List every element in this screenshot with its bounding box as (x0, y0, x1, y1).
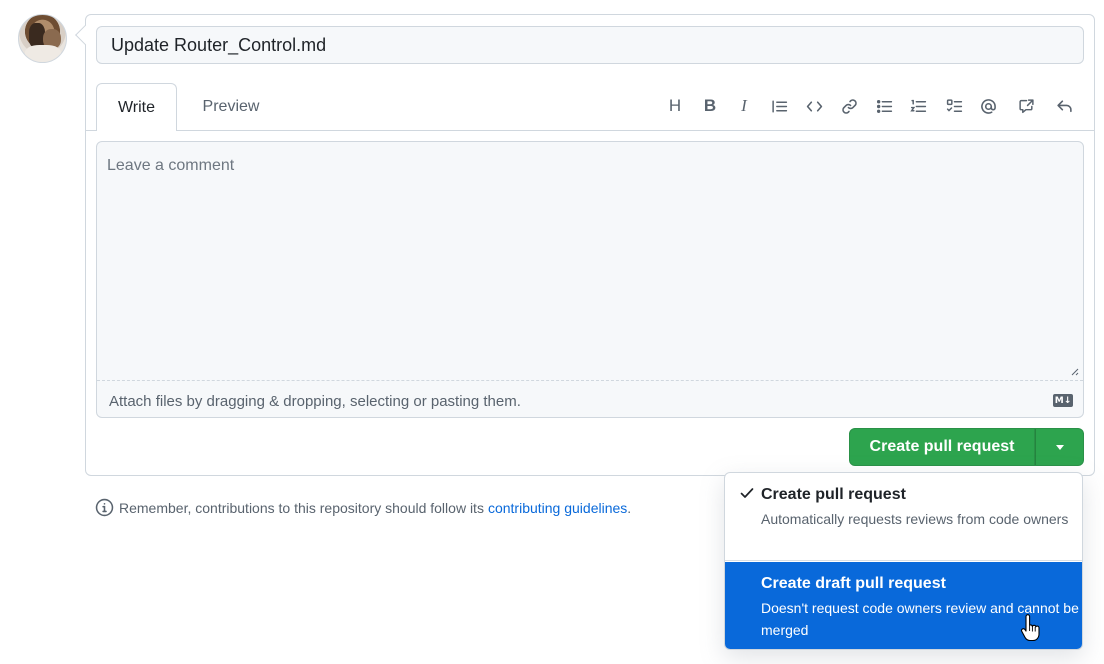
menu-item-title: Create draft pull request (761, 575, 946, 592)
avatar-shape (25, 45, 61, 62)
triangle-down-icon (1055, 444, 1064, 450)
markdown-icon[interactable]: M↓ (1053, 394, 1073, 407)
pr-title-input[interactable]: Update Router_Control.md (96, 26, 1084, 64)
link-icon[interactable] (836, 94, 862, 118)
bulleted-list-icon[interactable] (871, 94, 897, 118)
attach-files-hint[interactable]: Attach files by dragging & dropping, sel… (109, 393, 521, 410)
menu-item-create-pull-request[interactable]: Create pull request Automatically reques… (725, 473, 1082, 561)
contributing-guidelines-link[interactable]: contributing guidelines (488, 500, 627, 516)
menu-item-description: Automatically requests reviews from code… (761, 511, 1069, 527)
contributing-notice: Remember, contributions to this reposito… (95, 498, 631, 517)
hand-pointer-icon (1021, 614, 1040, 642)
info-icon (95, 498, 114, 517)
bold-icon[interactable]: B (697, 94, 723, 118)
numbered-list-icon[interactable] (905, 94, 931, 118)
notice-text: Remember, contributions to this reposito… (119, 499, 484, 516)
task-list-icon[interactable] (941, 94, 967, 118)
create-pr-button-group: Create pull request (849, 428, 1084, 466)
check-icon (740, 488, 754, 498)
comment-textarea[interactable]: Leave a comment Attach files by dragging… (96, 141, 1084, 418)
heading-icon[interactable]: H (662, 94, 688, 118)
notice-suffix: . (627, 499, 632, 516)
reply-icon[interactable] (1051, 94, 1077, 118)
create-pr-dropdown-button[interactable] (1035, 428, 1084, 466)
markdown-toolbar: H B I (0, 94, 1104, 118)
attach-divider (97, 380, 1083, 381)
create-pull-request-button[interactable]: Create pull request (849, 428, 1035, 466)
comment-placeholder: Leave a comment (107, 157, 235, 174)
user-avatar[interactable] (18, 14, 67, 63)
resize-handle-icon[interactable] (1069, 366, 1079, 376)
quote-icon[interactable] (766, 94, 792, 118)
menu-item-title: Create pull request (761, 486, 906, 503)
mention-icon[interactable] (975, 94, 1001, 118)
italic-icon[interactable]: I (731, 94, 757, 118)
cross-reference-icon[interactable] (1013, 94, 1039, 118)
code-icon[interactable] (801, 94, 827, 118)
